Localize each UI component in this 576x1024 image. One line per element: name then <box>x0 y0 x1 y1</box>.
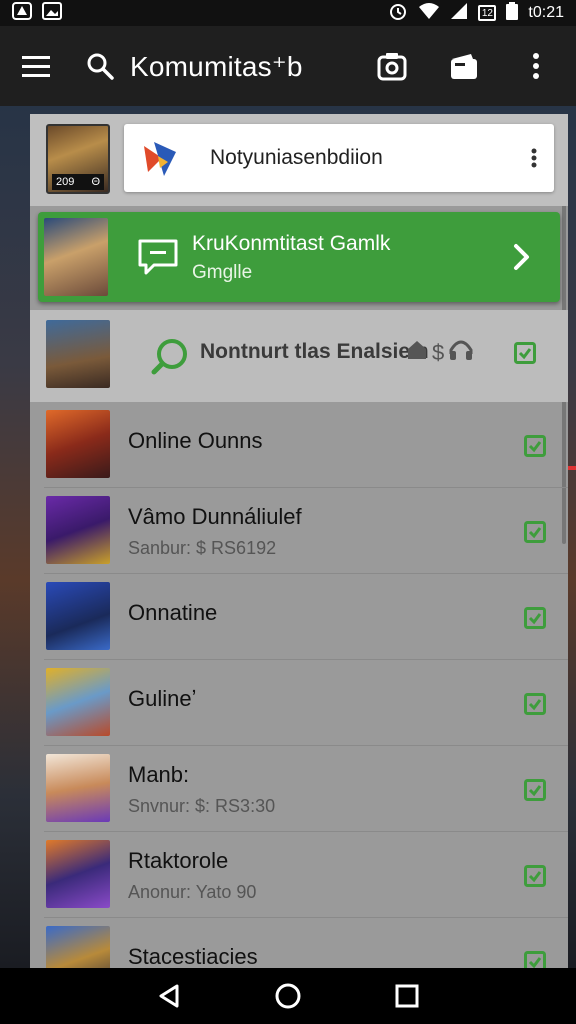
status-bar: 12 t0:21 <box>0 0 576 26</box>
more-vert-icon[interactable] <box>514 138 554 178</box>
app-notification-icon <box>12 1 32 25</box>
list-item[interactable]: Manb: Snvnur: $: RS3:30 <box>44 746 568 832</box>
item-name: Online Ounns <box>128 428 263 453</box>
more-vert-icon[interactable] <box>520 50 552 82</box>
item-name: Manb: <box>128 762 190 787</box>
check-icon[interactable] <box>524 951 546 968</box>
highlight-row[interactable]: KruKonmtitast Gamlk Gmglle <box>38 212 560 302</box>
thumbnail-tag: 209 Θ <box>52 174 104 190</box>
alarm-icon <box>388 1 408 26</box>
highlight-subtitle: Gmglle <box>192 262 253 283</box>
featured-thumbnail <box>46 320 110 388</box>
featured-text: Nontnurt tlas Enalsiem <box>200 340 429 363</box>
item-thumbnail <box>46 926 110 968</box>
app-title: Komumitas⁺b <box>130 50 303 82</box>
app-bar: Komumitas⁺b <box>0 26 576 106</box>
camera-icon[interactable] <box>376 50 408 82</box>
battery-icon <box>506 1 519 25</box>
item-name: Vâmo Dunnáliulef <box>128 504 302 529</box>
highlight-title: KruKonmtitast Gamlk <box>192 232 391 255</box>
check-icon[interactable] <box>524 693 546 715</box>
wifi-icon <box>418 2 440 25</box>
navigation-bar <box>0 968 576 1024</box>
list-item[interactable]: Gulineʼ <box>44 660 568 746</box>
back-icon[interactable] <box>153 980 185 1012</box>
thumb-tag-right: Θ <box>91 176 100 188</box>
highlight-thumbnail <box>44 218 108 296</box>
signal-icon <box>450 2 468 25</box>
check-icon[interactable] <box>524 779 546 801</box>
headset-icon <box>448 338 474 368</box>
check-icon[interactable] <box>524 607 546 629</box>
list-item[interactable]: Rtaktorole Anonur: Yato 90 <box>44 832 568 918</box>
featured-extra-text: $ <box>432 340 445 365</box>
item-subtitle: Sanbur: $ RS6192 <box>128 538 277 558</box>
item-name: Onnatine <box>128 600 218 625</box>
item-thumbnail <box>46 668 110 736</box>
item-name: Rtaktorole <box>128 848 229 873</box>
clock: t0:21 <box>528 4 564 21</box>
check-icon[interactable] <box>524 521 546 543</box>
search-header-row: 209 Θ Notyuniasenbdiion <box>30 114 568 206</box>
community-panel: 209 Θ Notyuniasenbdiion KruKonmtitast Ga… <box>30 114 568 968</box>
featured-row[interactable]: Nontnurt tlas Enalsiem $ <box>30 310 568 402</box>
item-subtitle: Anonur: Yato 90 <box>128 882 257 902</box>
header-thumbnail[interactable]: 209 Θ <box>46 124 110 194</box>
item-thumbnail <box>46 496 110 564</box>
list-item[interactable]: Stacestiacies <box>44 918 568 968</box>
check-icon[interactable] <box>524 435 546 457</box>
item-thumbnail <box>46 840 110 908</box>
featured-extra: $ <box>406 338 474 368</box>
sim-icon: 12 <box>478 5 497 21</box>
brand-logo-icon <box>138 136 182 180</box>
search-card-text: Notyuniasenbdiion <box>210 146 383 169</box>
image-notification-icon <box>42 1 62 25</box>
item-name: Gulineʼ <box>128 686 197 711</box>
item-thumbnail <box>46 410 110 478</box>
chevron-right-icon[interactable] <box>502 237 542 277</box>
thumb-tag-left: 209 <box>56 176 75 188</box>
search-icon[interactable] <box>84 50 116 82</box>
search-icon <box>150 336 190 376</box>
menu-icon[interactable] <box>20 50 52 82</box>
item-thumbnail <box>46 582 110 650</box>
check-icon[interactable] <box>524 865 546 887</box>
list-item[interactable]: Online Ounns <box>44 402 568 488</box>
check-icon[interactable] <box>514 342 536 364</box>
search-card[interactable]: Notyuniasenbdiion <box>124 124 554 192</box>
store-icon <box>406 339 428 367</box>
item-subtitle: Snvnur: $: RS3:30 <box>128 796 276 816</box>
list-item[interactable]: Vâmo Dunnáliulef Sanbur: $ RS6192 <box>44 488 568 574</box>
wallet-icon[interactable] <box>448 50 480 82</box>
recents-icon[interactable] <box>391 980 423 1012</box>
chat-icon <box>134 233 182 281</box>
item-name: Stacestiacies <box>128 944 258 968</box>
home-icon[interactable] <box>272 980 304 1012</box>
list-item[interactable]: Onnatine <box>44 574 568 660</box>
item-thumbnail <box>46 754 110 822</box>
community-list: Online Ounns Vâmo Dunnáliulef Sanbur: $ … <box>44 402 568 968</box>
